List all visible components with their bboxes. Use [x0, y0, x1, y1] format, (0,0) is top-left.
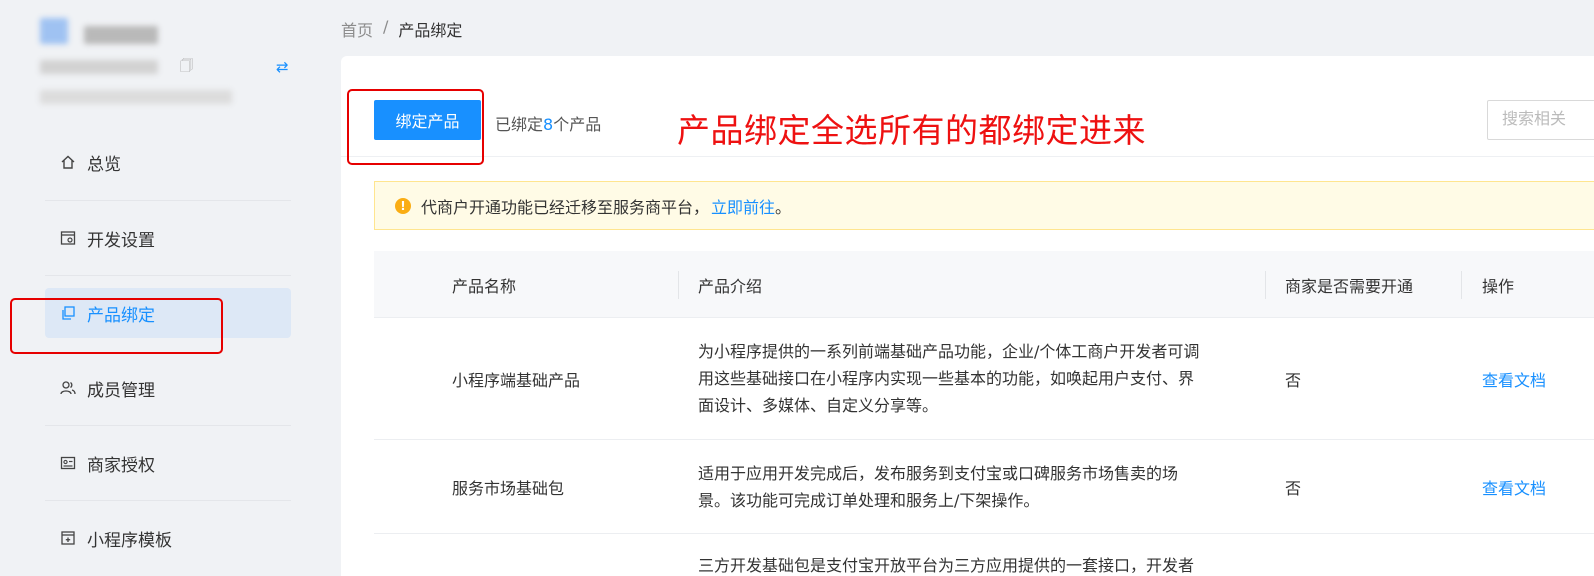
table-row: 三方开发基础包是支付宝开放平台为三方应用提供的一套接口，开发者: [374, 534, 1594, 576]
highlight-box-sidebar: [10, 298, 223, 354]
sidebar-item-merchant-auth[interactable]: 商家授权: [45, 438, 291, 488]
column-header-action: 操作: [1482, 276, 1515, 296]
desc-line: 为小程序提供的一系列前端基础产品功能，企业/个体工商户开发者可调: [698, 342, 1200, 361]
breadcrumb-separator: /: [383, 17, 389, 36]
sidebar-item-label: 成员管理: [87, 380, 155, 401]
desc-line: 用这些基础接口在小程序内实现一些基本的功能，如唤起用户支付、界: [698, 369, 1195, 388]
search-input[interactable]: [1487, 100, 1594, 140]
product-description: 为小程序提供的一系列前端基础产品功能，企业/个体工商户开发者可调 用这些基础接口…: [698, 338, 1258, 419]
divider: [45, 425, 291, 426]
needs-open-value: 否: [1285, 479, 1302, 498]
app-logo: [40, 18, 68, 44]
breadcrumb: 首页 / 产品绑定: [341, 17, 462, 41]
desc-line: 三方开发基础包是支付宝开放平台为三方应用提供的一套接口，开发者: [698, 556, 1195, 575]
desc-line: 景。该功能可完成订单处理和服务上/下架操作。: [698, 491, 1040, 510]
column-header-name: 产品名称: [452, 276, 517, 296]
sidebar-item-label: 总览: [87, 154, 121, 175]
divider: [45, 200, 291, 201]
app-id-redacted: [40, 60, 158, 74]
table-header: 产品名称 产品介绍 商家是否需要开通 操作: [374, 251, 1594, 318]
column-divider: [1265, 271, 1266, 299]
table-row: 服务市场基础包 适用于应用开发完成后，发布服务到支付宝或口碑服务市场售卖的场 景…: [374, 440, 1594, 534]
template-icon: [59, 529, 77, 547]
product-name: 小程序端基础产品: [452, 371, 581, 390]
sidebar-item-label: 开发设置: [87, 230, 155, 251]
highlight-box-bind-button: [347, 89, 484, 165]
divider: [45, 275, 291, 276]
column-divider: [1461, 271, 1462, 299]
view-docs-link[interactable]: 查看文档: [1482, 440, 1546, 534]
desc-line: 面设计、多媒体、自定义分享等。: [698, 396, 939, 415]
table-row: 小程序端基础产品 为小程序提供的一系列前端基础产品功能，企业/个体工商户开发者可…: [374, 318, 1594, 440]
sidebar-item-label: 商家授权: [87, 455, 155, 476]
app-info-redacted: [40, 90, 232, 104]
home-icon: [59, 153, 77, 171]
product-name: 服务市场基础包: [452, 479, 565, 498]
sidebar: 🗍 ⇄ 总览 开发设置 产品绑定 成员管理 商家授权 小程序模板: [0, 0, 340, 576]
divider: [45, 500, 291, 501]
sidebar-item-members[interactable]: 成员管理: [45, 363, 291, 413]
alert-text: 代商户开通功能已经迁移至服务商平台，: [421, 197, 710, 217]
dev-settings-icon: [59, 229, 77, 247]
switch-app-icon[interactable]: ⇄: [276, 58, 292, 76]
bound-count-text: 已绑定8个产品: [495, 111, 601, 135]
view-docs-link[interactable]: 查看文档: [1482, 318, 1546, 440]
sidebar-item-label: 小程序模板: [87, 530, 172, 551]
sidebar-item-template[interactable]: 小程序模板: [45, 513, 291, 563]
app-name-redacted: [84, 26, 158, 44]
needs-open-value: 否: [1285, 371, 1302, 390]
desc-line: 适用于应用开发完成后，发布服务到支付宝或口碑服务市场售卖的场: [698, 464, 1179, 483]
sidebar-item-dev-settings[interactable]: 开发设置: [45, 213, 291, 263]
copy-icon[interactable]: 🗍: [180, 59, 196, 75]
column-header-needs-open: 商家是否需要开通: [1285, 276, 1414, 296]
members-icon: [59, 379, 77, 397]
bound-suffix: 个产品: [553, 115, 602, 134]
product-description: 适用于应用开发完成后，发布服务到支付宝或口碑服务市场售卖的场 景。该功能可完成订…: [698, 460, 1258, 514]
column-divider: [678, 271, 679, 299]
warning-icon: !: [395, 197, 411, 214]
main-panel: 绑定产品 已绑定8个产品 产品绑定全选所有的都绑定进来 ! 代商户开通功能已经迁…: [341, 56, 1594, 576]
alert-tail: 。: [775, 197, 792, 217]
sidebar-item-overview[interactable]: 总览: [45, 137, 291, 187]
annotation-text: 产品绑定全选所有的都绑定进来: [677, 111, 1146, 150]
go-now-link[interactable]: 立即前往: [711, 194, 775, 218]
bound-count: 8: [543, 115, 554, 134]
breadcrumb-current: 产品绑定: [398, 21, 463, 40]
bound-prefix: 已绑定: [495, 115, 544, 134]
breadcrumb-home[interactable]: 首页: [341, 17, 373, 41]
merchant-auth-icon: [59, 454, 77, 472]
notice-alert: ! 代商户开通功能已经迁移至服务商平台， 立即前往 。: [374, 181, 1594, 230]
divider: [341, 156, 1594, 157]
column-header-desc: 产品介绍: [698, 276, 763, 296]
product-description: 三方开发基础包是支付宝开放平台为三方应用提供的一套接口，开发者: [698, 552, 1258, 576]
